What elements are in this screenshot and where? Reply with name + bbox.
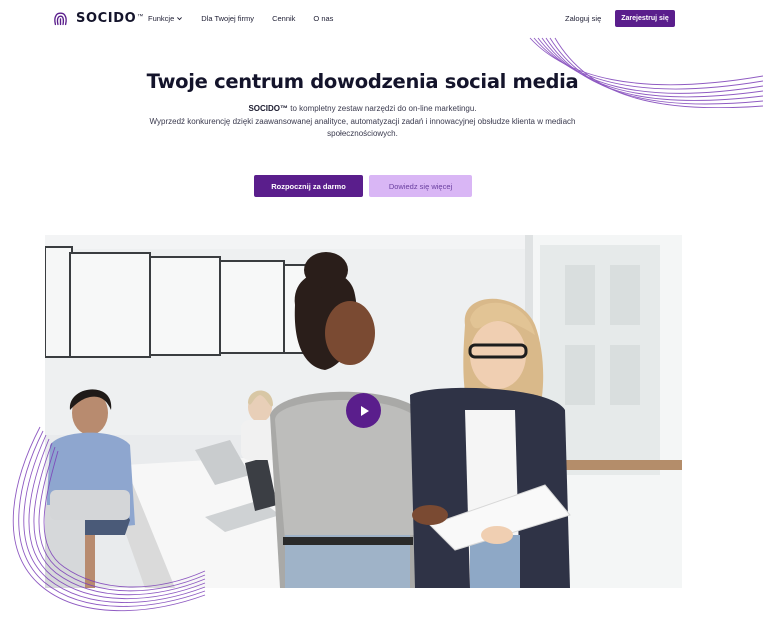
nav-item-funkcje[interactable]: Funkcje — [148, 14, 183, 23]
hero-subtitle-brand: SOCIDO™ — [248, 104, 288, 113]
landing-page: SOCIDO ™ Funkcje Dla Twojej firmy Cennik… — [0, 0, 763, 623]
hero-subtitle-line1: to kompletny zestaw narzędzi do on-line … — [288, 104, 477, 113]
decorative-lines-bottom — [12, 426, 206, 612]
trademark-symbol: ™ — [137, 13, 144, 20]
hero-title: Twoje centrum dowodzenia social media — [146, 70, 579, 93]
nav-item-label: Cennik — [272, 14, 296, 23]
nav-item-label: O nas — [313, 14, 334, 23]
brand-name: SOCIDO — [76, 11, 137, 26]
chevron-down-icon — [177, 17, 183, 21]
nav-item-label: Dla Twojej firmy — [201, 14, 255, 23]
register-button[interactable]: Zarejestruj się — [615, 10, 675, 27]
nav-item-label: Funkcje — [148, 14, 175, 23]
play-icon — [360, 405, 369, 416]
top-navbar: SOCIDO ™ Funkcje Dla Twojej firmy Cennik… — [0, 0, 763, 38]
hero-subtitle: SOCIDO™ to kompletny zestaw narzędzi do … — [140, 103, 585, 141]
fingerprint-icon — [54, 12, 67, 26]
nav-item-cennik[interactable]: Cennik — [272, 14, 295, 23]
learn-more-button[interactable]: Dowiedz się więcej — [369, 175, 472, 197]
hero-subtitle-line2: Wyprzedź konkurencję dzięki zaawansowane… — [149, 116, 576, 139]
nav-item-dla-twojej-firmy[interactable]: Dla Twojej firmy — [201, 14, 254, 23]
main-menu: Funkcje Dla Twojej firmy Cennik O nas — [148, 14, 351, 23]
nav-item-o-nas[interactable]: O nas — [313, 14, 333, 23]
play-button[interactable] — [346, 393, 381, 428]
start-free-button[interactable]: Rozpocznij za darmo — [254, 175, 363, 197]
brand-logo[interactable]: SOCIDO ™ — [52, 10, 143, 27]
login-link[interactable]: Zaloguj się — [565, 14, 601, 23]
